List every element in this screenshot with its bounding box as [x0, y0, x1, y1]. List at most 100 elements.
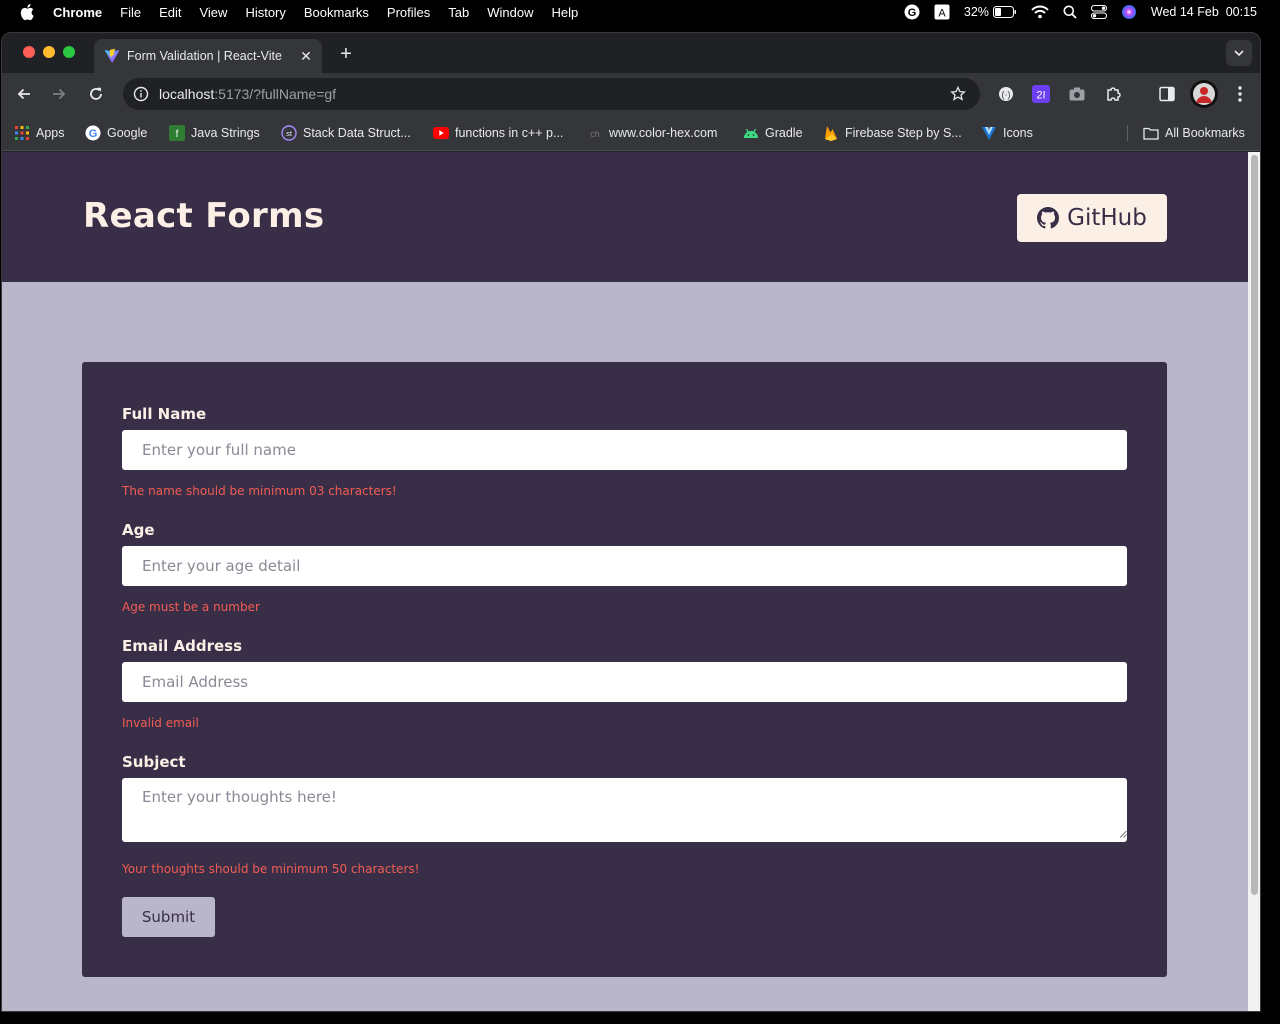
page-scrollbar[interactable] — [1248, 152, 1260, 1011]
bookmark-gradle[interactable]: Gradle — [743, 123, 803, 143]
svg-text:(·): (·) — [1002, 90, 1011, 100]
tab-title: Form Validation | React-Vite — [127, 49, 282, 63]
reload-icon[interactable] — [84, 82, 108, 106]
android-icon — [743, 125, 759, 141]
github-label: GitHub — [1067, 205, 1147, 231]
age-input[interactable] — [122, 546, 1127, 586]
textarea-resize-handle-icon[interactable] — [1119, 830, 1127, 838]
subject-textarea[interactable] — [122, 778, 1127, 842]
menu-window[interactable]: Window — [487, 5, 533, 20]
form-card: Full Name The name should be minimum 03 … — [82, 362, 1167, 977]
bookmark-star-icon[interactable] — [950, 86, 966, 102]
subject-error: Your thoughts should be minimum 50 chara… — [122, 862, 420, 876]
full-name-label: Full Name — [122, 405, 207, 423]
grammarly-icon[interactable]: G — [904, 4, 920, 20]
page-viewport: React Forms GitHub Full Name The name sh… — [2, 152, 1248, 1011]
menu-help[interactable]: Help — [552, 5, 579, 20]
svg-text:G: G — [89, 128, 98, 140]
subject-label: Subject — [122, 753, 186, 771]
new-tab-plus-icon[interactable]: + — [335, 43, 357, 65]
folder-icon — [1143, 125, 1159, 141]
site-header: React Forms GitHub — [2, 152, 1248, 282]
submit-button[interactable]: Submit — [122, 897, 215, 937]
apple-logo-icon[interactable] — [20, 3, 34, 21]
subject-field — [82, 778, 1167, 842]
full-name-input[interactable] — [122, 430, 1127, 470]
menu-edit[interactable]: Edit — [159, 5, 181, 20]
close-window-button[interactable] — [23, 46, 35, 58]
spotlight-search-icon[interactable] — [1063, 5, 1077, 19]
wifi-icon[interactable] — [1031, 5, 1049, 19]
bookmark-google[interactable]: G Google — [85, 123, 147, 143]
side-panel-icon[interactable] — [1158, 85, 1176, 103]
colorhex-icon: ch — [587, 125, 603, 141]
menu-profiles[interactable]: Profiles — [387, 5, 430, 20]
bookmark-apps[interactable]: Apps — [14, 123, 65, 143]
st-icon: st — [281, 125, 297, 141]
tab-close-icon[interactable]: ✕ — [298, 48, 314, 64]
browser-window: Form Validation | React-Vite ✕ + localho… — [1, 32, 1261, 1012]
full-name-error: The name should be minimum 03 characters… — [122, 484, 397, 498]
email-label: Email Address — [122, 637, 243, 655]
svg-text:G: G — [908, 7, 917, 19]
input-source-icon[interactable]: A — [934, 4, 950, 20]
battery-icon[interactable] — [992, 6, 1017, 18]
bookmark-color-hex[interactable]: ch www.color-hex.com — [587, 123, 717, 143]
github-icon — [1037, 207, 1060, 229]
menu-tab[interactable]: Tab — [448, 5, 469, 20]
bookmark-java-strings[interactable]: f Java Strings — [169, 123, 260, 143]
clock[interactable]: Wed 14 Feb 00:15 — [1151, 5, 1257, 19]
minimize-window-button[interactable] — [43, 46, 55, 58]
battery-percent: 32% — [963, 5, 989, 19]
grammarly-extension-icon[interactable]: (·) — [997, 85, 1015, 103]
github-button[interactable]: GitHub — [1017, 194, 1167, 242]
zoom-window-button[interactable] — [63, 46, 75, 58]
menu-app-chrome[interactable]: Chrome — [53, 5, 102, 20]
extensions-puzzle-icon[interactable] — [1105, 85, 1123, 103]
svg-text:2I: 2I — [1036, 90, 1045, 102]
google-icon: G — [85, 125, 101, 141]
site-info-icon[interactable] — [133, 86, 149, 102]
youtube-icon — [433, 125, 449, 141]
email-input[interactable] — [122, 662, 1127, 702]
translate-extension-icon[interactable]: 2I — [1032, 85, 1050, 103]
menu-bookmarks[interactable]: Bookmarks — [304, 5, 369, 20]
svg-text:f: f — [176, 129, 179, 140]
age-error: Age must be a number — [122, 600, 260, 614]
bookmark-stack-data-structure[interactable]: st Stack Data Struct... — [281, 123, 411, 143]
svg-text:st: st — [286, 129, 293, 138]
scrollbar-thumb[interactable] — [1251, 155, 1258, 895]
java-icon: f — [169, 125, 185, 141]
bookmark-firebase[interactable]: Firebase Step by S... — [823, 123, 962, 143]
svg-text:A: A — [938, 8, 946, 20]
firebase-icon — [823, 125, 839, 141]
forward-arrow-icon[interactable] — [47, 82, 71, 106]
siri-icon[interactable] — [1121, 4, 1137, 20]
bookmark-icons[interactable]: Icons — [981, 123, 1033, 143]
screenshot-camera-icon[interactable] — [1068, 85, 1086, 103]
apps-grid-icon — [14, 125, 30, 141]
url-text[interactable]: localhost:5173/?fullName=gf — [159, 86, 336, 102]
vuetify-icon — [981, 125, 997, 141]
svg-text:ch: ch — [590, 129, 600, 139]
macos-menu-bar: Chrome File Edit View History Bookmarks … — [0, 0, 1280, 24]
chrome-menu-kebab-icon[interactable] — [1231, 85, 1249, 103]
bookmarks-separator — [1127, 125, 1128, 141]
all-bookmarks[interactable]: All Bookmarks — [1143, 123, 1245, 143]
email-error: Invalid email — [122, 716, 199, 730]
browser-toolbar: localhost:5173/?fullName=gf (·) 2I — [2, 73, 1260, 115]
menu-file[interactable]: File — [120, 5, 141, 20]
control-center-icon[interactable] — [1090, 5, 1107, 19]
menu-view[interactable]: View — [199, 5, 227, 20]
bookmarks-bar: Apps G Google f Java Strings st Stack Da… — [2, 115, 1260, 151]
age-label: Age — [122, 521, 155, 539]
page-title: React Forms — [83, 196, 325, 236]
back-arrow-icon[interactable] — [12, 82, 36, 106]
menu-history[interactable]: History — [245, 5, 285, 20]
tab-search-chevron-icon[interactable] — [1226, 40, 1252, 66]
tab-form-validation[interactable]: Form Validation | React-Vite ✕ — [94, 39, 322, 73]
bookmark-functions-cpp[interactable]: functions in c++ p... — [433, 123, 563, 143]
vite-favicon-icon — [104, 48, 120, 63]
address-bar[interactable]: localhost:5173/?fullName=gf — [123, 78, 980, 110]
profile-avatar[interactable] — [1190, 80, 1218, 108]
